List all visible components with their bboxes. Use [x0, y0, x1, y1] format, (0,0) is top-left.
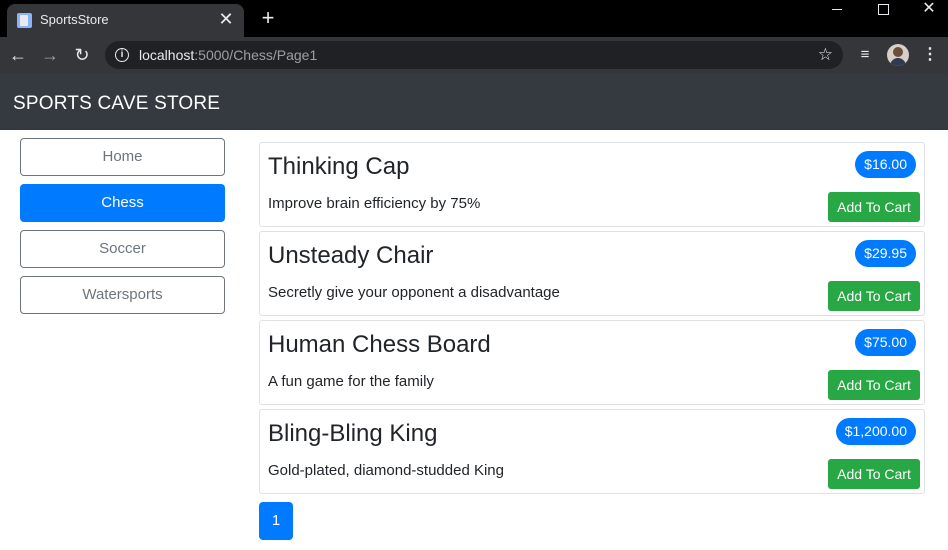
product-card: Thinking Cap $16.00 Improve brain effici…	[259, 142, 925, 227]
add-to-cart-button[interactable]: Add To Cart	[828, 459, 920, 489]
maximize-window-icon[interactable]	[860, 0, 906, 20]
product-description: Secretly give your opponent a disadvanta…	[268, 284, 560, 301]
category-chess-button[interactable]: Chess	[20, 184, 225, 222]
product-name: Unsteady Chair	[268, 242, 434, 269]
browser-tab-strip: SportsStore ✕ + ✕	[0, 0, 948, 37]
category-home-button[interactable]: Home	[20, 138, 225, 176]
url-path: :5000/Chess/Page1	[194, 47, 318, 63]
price-badge: $75.00	[855, 329, 916, 356]
add-to-cart-button[interactable]: Add To Cart	[828, 281, 920, 311]
price-badge: $16.00	[855, 151, 916, 178]
forward-arrow-icon[interactable]: →	[36, 41, 64, 69]
product-description: Improve brain efficiency by 75%	[268, 195, 481, 212]
bookmark-star-icon[interactable]: ☆	[818, 45, 833, 65]
site-header: SPORTS CAVE STORE	[0, 73, 948, 130]
product-name: Thinking Cap	[268, 153, 410, 180]
product-card: Human Chess Board $75.00 A fun game for …	[259, 320, 925, 405]
price-badge: $29.95	[855, 240, 916, 267]
category-soccer-button[interactable]: Soccer	[20, 230, 225, 268]
product-description: Gold-plated, diamond-studded King	[268, 462, 504, 479]
media-controls-icon[interactable]: ≡	[855, 45, 875, 65]
page-1-button[interactable]: 1	[259, 502, 293, 540]
url-text[interactable]: localhost:5000/Chess/Page1	[139, 47, 317, 63]
back-arrow-icon[interactable]: ←	[4, 41, 32, 69]
browser-tab[interactable]: SportsStore ✕	[7, 4, 244, 37]
product-card: Unsteady Chair $29.95 Secretly give your…	[259, 231, 925, 316]
url-host: localhost	[139, 47, 195, 63]
site-info-icon[interactable]: i	[115, 48, 129, 62]
close-window-icon[interactable]: ✕	[906, 0, 948, 20]
profile-avatar[interactable]	[887, 44, 909, 66]
tab-title: SportsStore	[40, 12, 109, 27]
address-bar[interactable]: i localhost:5000/Chess/Page1 ☆	[105, 41, 843, 69]
category-watersports-button[interactable]: Watersports	[20, 276, 225, 314]
add-to-cart-button[interactable]: Add To Cart	[828, 192, 920, 222]
product-card: Bling-Bling King $1,200.00 Gold-plated, …	[259, 409, 925, 494]
product-name: Human Chess Board	[268, 331, 491, 358]
store-brand: SPORTS CAVE STORE	[13, 93, 221, 114]
new-tab-icon[interactable]: +	[256, 6, 280, 30]
minimize-window-icon[interactable]	[814, 0, 860, 20]
more-menu-icon[interactable]: ⋮	[920, 45, 940, 65]
browser-toolbar: ← → ↻ i localhost:5000/Chess/Page1 ☆ ≡ ⋮	[0, 37, 948, 73]
product-description: A fun game for the family	[268, 373, 434, 390]
price-badge: $1,200.00	[835, 418, 916, 445]
add-to-cart-button[interactable]: Add To Cart	[828, 370, 920, 400]
product-name: Bling-Bling King	[268, 420, 438, 447]
close-tab-icon[interactable]: ✕	[216, 9, 236, 29]
page-favicon-icon	[17, 13, 32, 28]
reload-icon[interactable]: ↻	[68, 41, 96, 69]
